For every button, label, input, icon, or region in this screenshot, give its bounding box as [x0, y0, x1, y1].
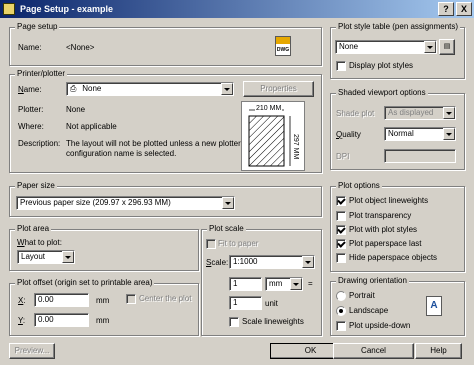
- page-setup-name-label: Name:: [18, 43, 42, 52]
- group-label: Plot offset (origin set to printable are…: [15, 278, 155, 287]
- dpi-input[interactable]: [384, 149, 456, 163]
- scale-lineweights-checkbox[interactable]: [229, 317, 239, 327]
- offset-y-label: Y:: [18, 316, 26, 325]
- display-plot-styles-checkbox[interactable]: [336, 61, 346, 71]
- group-label: Shaded viewport options: [336, 88, 428, 97]
- portrait-radio[interactable]: [336, 291, 346, 301]
- plot-option-label: Hide paperspace objects: [349, 253, 438, 262]
- display-plot-styles-label: Display plot styles: [349, 61, 414, 70]
- dpi-label: DPI: [336, 152, 350, 161]
- plotter-value: None: [66, 105, 86, 114]
- edit-plot-style-button[interactable]: ▤: [439, 39, 455, 55]
- plot-transparency-checkbox[interactable]: [336, 211, 346, 221]
- portrait-label: Portrait: [349, 291, 375, 300]
- scale-unit-label: unit: [265, 299, 278, 308]
- chevron-down-icon[interactable]: [424, 41, 436, 53]
- where-label: Where:: [18, 122, 44, 131]
- printer-name-select[interactable]: ⎙ None: [66, 82, 234, 96]
- group-label: Plot area: [15, 224, 52, 233]
- fit-to-paper-checkbox[interactable]: [206, 239, 216, 249]
- what-to-plot-select[interactable]: Layout: [17, 250, 75, 264]
- offset-y-unit: mm: [96, 316, 110, 325]
- description-label: Description:: [18, 139, 61, 148]
- chevron-down-icon[interactable]: [443, 128, 455, 140]
- hide-paperspace-objects-checkbox[interactable]: [336, 253, 346, 263]
- chevron-down-icon[interactable]: [290, 278, 302, 290]
- plot-upside-down-checkbox[interactable]: [336, 321, 346, 331]
- properties-button[interactable]: Properties: [243, 81, 314, 97]
- plot-option-label: Plot paperspace last: [349, 239, 422, 248]
- landscape-radio[interactable]: [336, 306, 346, 316]
- plot-with-styles-checkbox[interactable]: [336, 225, 346, 235]
- quality-label: Quality: [336, 130, 361, 139]
- center-plot-label: Center the plot: [139, 294, 192, 303]
- group-label: Plot scale: [207, 224, 246, 233]
- scale-unit-select[interactable]: mm: [265, 277, 303, 291]
- plot-upside-down-label: Plot upside-down: [349, 321, 411, 330]
- close-title-button[interactable]: X: [456, 2, 472, 16]
- paper-size-select[interactable]: Previous paper size (209.97 x 296.93 MM): [16, 196, 235, 210]
- app-icon: [3, 3, 15, 15]
- cancel-button[interactable]: Cancel: [333, 343, 414, 359]
- offset-x-label: X:: [18, 296, 26, 305]
- offset-x-unit: mm: [96, 296, 110, 305]
- shade-plot-label: Shade plot: [336, 109, 375, 118]
- group-label: Page setup: [15, 22, 60, 31]
- plotter-label: Plotter:: [18, 105, 44, 114]
- group-label: Plot options: [336, 181, 382, 190]
- plot-style-select[interactable]: None: [335, 40, 437, 54]
- offset-y-input[interactable]: 0.00: [34, 313, 89, 327]
- edit-icon: ▤: [443, 43, 451, 50]
- group-label: Paper size: [15, 181, 57, 190]
- plot-object-lineweights-checkbox[interactable]: [336, 196, 346, 206]
- plot-paperspace-last-checkbox[interactable]: [336, 239, 346, 249]
- preview-width-label: 210 MM: [255, 105, 283, 112]
- group-label: Drawing orientation: [336, 276, 409, 285]
- plot-option-label: Plot transparency: [349, 211, 412, 220]
- page-setup-name-value: <None>: [66, 43, 95, 52]
- offset-x-input[interactable]: 0.00: [34, 293, 89, 307]
- plot-option-label: Plot with plot styles: [349, 225, 418, 234]
- scale-unit-input[interactable]: 1: [229, 296, 262, 310]
- help-title-button[interactable]: ?: [438, 2, 454, 16]
- description-line-1: The layout will not be plotted unless a …: [66, 139, 241, 148]
- chevron-down-icon[interactable]: [221, 83, 233, 95]
- where-value: Not applicable: [66, 122, 117, 131]
- dwg-icon: DWG: [275, 36, 291, 56]
- paper-preview: 210 MM 297 MM: [241, 101, 305, 171]
- preview-height-label: 297 MM: [292, 134, 299, 160]
- title-bar: Page Setup - example ? X: [0, 0, 474, 18]
- window-title: Page Setup - example: [20, 4, 114, 14]
- chevron-down-icon[interactable]: [222, 197, 234, 209]
- group-label: Printer/plotter: [15, 69, 68, 78]
- shade-plot-select[interactable]: As displayed: [384, 106, 456, 120]
- center-plot-checkbox[interactable]: [126, 294, 136, 304]
- scale-select[interactable]: 1:1000: [229, 255, 315, 269]
- what-to-plot-label: What to plot:: [17, 238, 62, 247]
- equals-sign: =: [308, 279, 313, 288]
- scale-value-input[interactable]: 1: [229, 277, 262, 291]
- plot-option-label: Plot object lineweights: [349, 196, 429, 205]
- fit-to-paper-label: Fit to paper: [218, 239, 259, 248]
- group-label: Plot style table (pen assignments): [336, 22, 461, 31]
- chevron-down-icon[interactable]: [62, 251, 74, 263]
- scale-label: Scale:: [206, 258, 229, 267]
- orientation-preview-icon: A: [426, 296, 442, 316]
- description-line-2: configuration name is selected.: [66, 149, 177, 158]
- chevron-down-icon[interactable]: [302, 256, 314, 268]
- help-button[interactable]: Help: [415, 343, 462, 359]
- printer-icon: ⎙: [70, 84, 77, 93]
- chevron-down-icon[interactable]: [443, 107, 455, 119]
- plot-offset-group: Plot offset (origin set to printable are…: [9, 278, 199, 336]
- landscape-label: Landscape: [349, 306, 389, 315]
- preview-button[interactable]: Preview...: [9, 343, 55, 359]
- scale-lineweights-label: Scale lineweights: [242, 317, 304, 326]
- printer-name-label: Name:: [18, 85, 42, 94]
- quality-select[interactable]: Normal: [384, 127, 456, 141]
